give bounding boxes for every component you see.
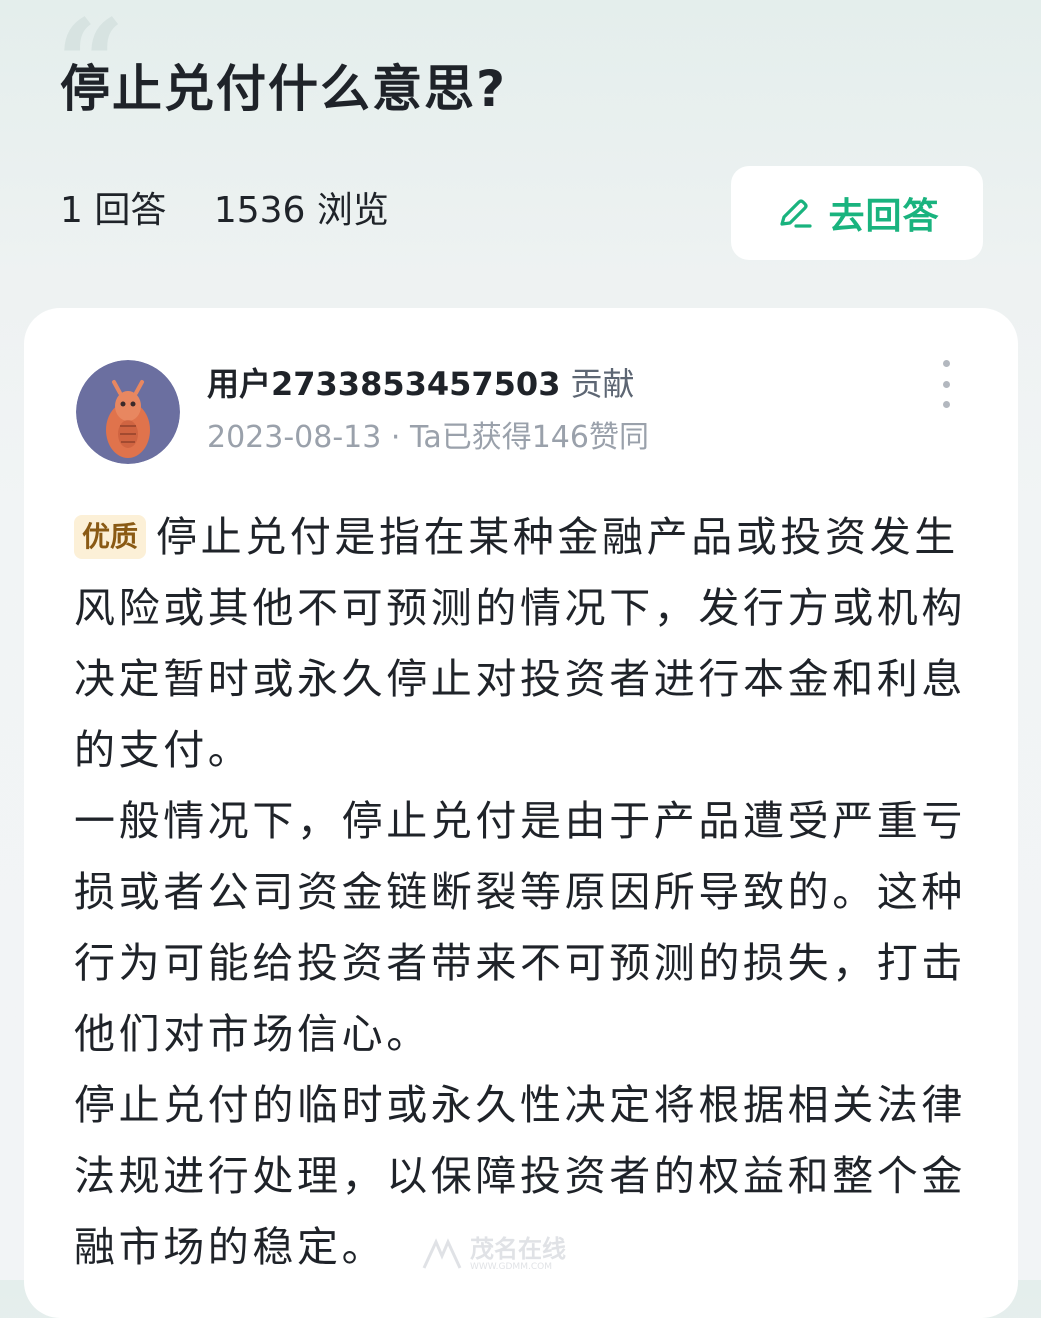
- watermark-logo-icon: [422, 1238, 462, 1269]
- avatar-image: [76, 360, 180, 464]
- question-title: 停止兑付什么意思?: [60, 60, 508, 118]
- go-answer-button[interactable]: 去回答: [731, 166, 983, 260]
- pen-write-icon: [780, 199, 813, 228]
- go-answer-label: 去回答: [828, 196, 940, 237]
- question-stats: 1 回答 1536 浏览: [60, 186, 389, 236]
- more-vertical-icon[interactable]: [934, 360, 958, 408]
- watermark-url: WWW.GDMM.COM: [470, 1262, 552, 1272]
- watermark: 茂名在线 WWW.GDMM.COM: [420, 1232, 630, 1276]
- quality-badge: 优质: [74, 515, 147, 559]
- user-name[interactable]: 用户2733853457503 贡献: [207, 362, 634, 406]
- answer-paragraph: 一般情况下，停止兑付是由于产品遭受严重亏损或者公司资金链断裂等原因所导致的。这种…: [74, 797, 966, 1058]
- avatar[interactable]: [76, 360, 180, 464]
- answer-paragraph: 优质 停止兑付是指在某种金融产品或投资发生风险或其他不可预测的情况下，发行方或机构…: [74, 502, 974, 786]
- watermark-text: 茂名在线: [470, 1235, 566, 1263]
- answer-paragraph-text: 停止兑付是指在某种金融产品或投资发生风险或其他不可预测的情况下，发行方或机构决定…: [74, 513, 966, 774]
- user-role: 贡献: [570, 365, 635, 403]
- answer-card: 用户2733853457503 贡献 2023-08-13 · Ta已获得146赞…: [24, 308, 1018, 1318]
- views-count: 1536 浏览: [213, 190, 389, 231]
- user-name-text: 用户2733853457503: [207, 365, 561, 403]
- answer-meta: 2023-08-13 · Ta已获得146赞同: [207, 420, 649, 455]
- answers-count: 1 回答: [60, 190, 167, 231]
- answer-body: 优质 停止兑付是指在某种金融产品或投资发生风险或其他不可预测的情况下，发行方或机构…: [74, 502, 974, 1283]
